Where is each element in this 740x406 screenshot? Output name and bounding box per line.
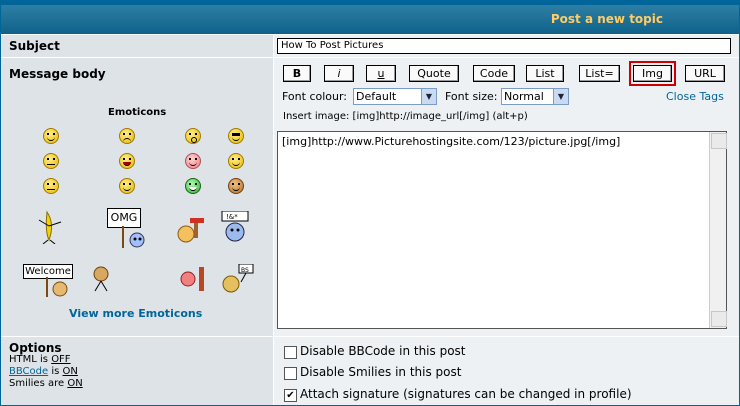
disable-bbcode-checkbox[interactable] <box>284 346 297 359</box>
rolleyes-emoticon-icon[interactable] <box>43 178 59 194</box>
page-title: Post a new topic <box>550 12 663 26</box>
quote-button[interactable]: Quote <box>409 65 459 82</box>
font-colour-select[interactable]: Default ▼ <box>353 88 437 105</box>
bbcode-link[interactable]: BBCode <box>9 366 48 377</box>
smilies-status: Smilies are ON <box>9 378 83 389</box>
font-colour-label: Font colour: <box>282 90 348 103</box>
code-button[interactable]: Code <box>473 65 515 82</box>
message-textarea[interactable]: [img]http://www.Picturehostingsite.com/1… <box>277 131 727 329</box>
disable-bbcode-label: Disable BBCode in this post <box>300 344 466 358</box>
list-ordered-button[interactable]: List= <box>579 65 620 82</box>
textarea-scrollbar[interactable] <box>709 132 727 328</box>
smile-emoticon-icon[interactable] <box>43 128 59 144</box>
helpline: Insert image: [img]http://image_url[/img… <box>283 111 528 122</box>
blush-emoticon-icon[interactable] <box>185 153 201 169</box>
chevron-down-icon: ▼ <box>553 89 568 104</box>
disable-smilies-label: Disable Smilies in this post <box>300 365 462 379</box>
subject-label: Subject <box>9 39 60 53</box>
message-text: [img]http://www.Picturehostingsite.com/1… <box>282 135 621 148</box>
close-tags-link[interactable]: Close Tags <box>666 90 724 103</box>
form-header: Post a new topic <box>1 5 739 35</box>
basketball-emoticon-icon[interactable] <box>179 267 209 291</box>
attach-signature-label: Attach signature (signatures can be chan… <box>300 387 632 401</box>
surprised-emoticon-icon[interactable] <box>185 128 201 144</box>
scroll-down-icon[interactable] <box>711 311 727 327</box>
options-title: Options <box>9 341 62 355</box>
html-status: HTML is OFF <box>9 354 71 365</box>
url-button[interactable]: URL <box>685 65 725 82</box>
evil-emoticon-icon[interactable] <box>228 153 244 169</box>
italic-button[interactable]: i <box>324 65 354 82</box>
font-colour-value: Default <box>356 90 397 103</box>
banana-emoticon-icon[interactable] <box>35 210 67 244</box>
smilies-status-value: ON <box>67 378 83 389</box>
bbcode-status: BBCode is ON <box>9 366 78 377</box>
grin-emoticon-icon[interactable] <box>185 178 201 194</box>
row-divider-options <box>1 336 739 337</box>
scroll-up-icon[interactable] <box>711 133 727 149</box>
welcome-emoticon-icon[interactable] <box>41 277 71 297</box>
checkmark-icon: ✔ <box>286 390 295 401</box>
row-divider-subject <box>1 57 739 58</box>
subject-input[interactable]: How To Post Pictures <box>277 38 731 54</box>
omg-sign: OMG <box>107 208 141 228</box>
wink-emoticon-icon[interactable] <box>119 178 135 194</box>
attach-signature-checkbox[interactable]: ✔ <box>284 389 297 402</box>
post-form: Post a new topic Subject How To Post Pic… <box>0 0 740 406</box>
omg-emoticon-icon[interactable] <box>119 226 149 250</box>
laugh-emoticon-icon[interactable] <box>119 153 135 169</box>
emoticons-title: Emoticons <box>108 107 167 118</box>
bold-button[interactable]: B <box>283 65 311 82</box>
tools-emoticon-icon[interactable] <box>176 216 210 244</box>
confused-emoticon-icon[interactable] <box>43 153 59 169</box>
sad-emoticon-icon[interactable] <box>119 128 135 144</box>
cool-emoticon-icon[interactable] <box>228 128 244 144</box>
svg-text:BS: BS <box>241 267 249 274</box>
column-divider <box>273 35 274 405</box>
underline-button[interactable]: u <box>366 65 396 82</box>
bs-sign-emoticon-icon[interactable]: BS <box>221 264 255 294</box>
font-size-label: Font size: <box>445 90 498 103</box>
dancing-emoticon-icon[interactable] <box>90 265 112 293</box>
very-happy-emoticon-icon[interactable] <box>228 178 244 194</box>
list-button[interactable]: List <box>526 65 564 82</box>
svg-text:!&*: !&* <box>226 213 238 221</box>
message-body-label: Message body <box>9 67 106 81</box>
disable-smilies-checkbox[interactable] <box>284 367 297 380</box>
view-more-emoticons-link[interactable]: View more Emoticons <box>69 307 202 320</box>
img-button[interactable]: Img <box>629 61 676 86</box>
swearing-emoticon-icon[interactable]: !&* <box>220 211 250 243</box>
font-size-value: Normal <box>504 90 544 103</box>
font-size-select[interactable]: Normal ▼ <box>501 88 569 105</box>
bbcode-status-value: ON <box>62 366 78 377</box>
html-status-value: OFF <box>51 354 71 365</box>
chevron-down-icon: ▼ <box>421 89 436 104</box>
